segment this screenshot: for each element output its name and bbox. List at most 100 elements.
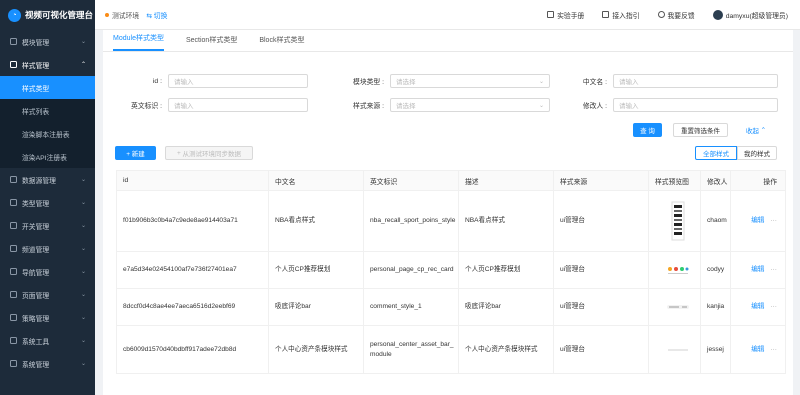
- more-icon[interactable]: ···: [770, 266, 777, 273]
- style-preview-image[interactable]: [670, 201, 686, 241]
- style-type-table: id 中文名 英文标识 描述 样式来源 样式预览图 修改人 操作 f01b906…: [116, 170, 786, 374]
- tab-block-style[interactable]: Block样式类型: [259, 35, 304, 51]
- cell-actions: 编辑 ···: [730, 325, 786, 374]
- sidebar-item-tools[interactable]: 系统工具 ⌄: [0, 329, 95, 352]
- edit-link[interactable]: 编辑: [751, 217, 764, 224]
- cell-modifier: chaom: [700, 190, 731, 252]
- tools-icon: [10, 337, 17, 344]
- chevron-down-icon: ⌄: [80, 223, 86, 229]
- style-preview-image[interactable]: [667, 346, 689, 354]
- avatar: [712, 9, 723, 20]
- sidebar-item-nav[interactable]: 导航管理 ⌄: [0, 260, 95, 283]
- sidebar-item-label: 页面管理: [22, 292, 50, 300]
- tab-module-style[interactable]: Module样式类型: [113, 33, 164, 51]
- cell-preview: [648, 251, 701, 289]
- my-styles-toggle[interactable]: 我的样式: [737, 146, 777, 160]
- sidebar-item-channel[interactable]: 频道管理 ⌄: [0, 237, 95, 260]
- new-button[interactable]: + 新建: [115, 146, 156, 160]
- env-switch-link[interactable]: ⇆ 切换: [146, 10, 167, 20]
- sidebar-item-style-type[interactable]: 样式类型: [0, 76, 95, 99]
- guide-link[interactable]: 接入指引: [602, 10, 640, 20]
- sync-button: + 从测试环境同步数据: [165, 146, 253, 160]
- table-row: f01b906b3c0b4a7c9ede8ae914403a71 NBA看点样式…: [116, 190, 786, 252]
- sidebar-item-switch[interactable]: 开关管理 ⌄: [0, 214, 95, 237]
- sidebar-item-label: 系统管理: [22, 361, 50, 369]
- filter-id: id : 请输入: [108, 74, 308, 88]
- en-id-input[interactable]: 请输入: [168, 98, 308, 112]
- cell-source: ui管理台: [553, 190, 649, 252]
- style-preview-image[interactable]: [666, 303, 690, 311]
- edit-link[interactable]: 编辑: [751, 266, 764, 273]
- style-icon: [10, 61, 17, 68]
- id-input[interactable]: 请输入: [168, 74, 308, 88]
- cell-actions: 编辑 ···: [730, 251, 786, 289]
- style-source-select[interactable]: 请选择 ⌄: [390, 98, 550, 112]
- cell-actions: 编辑 ···: [730, 190, 786, 252]
- sidebar-item-style[interactable]: 样式管理 ⌃: [0, 53, 95, 76]
- guide-icon: [602, 11, 610, 18]
- sidebar-item-system[interactable]: 系统管理 ⌄: [0, 352, 95, 375]
- env-label: 测试环境: [112, 12, 140, 20]
- edit-link[interactable]: 编辑: [751, 346, 764, 353]
- sidebar-item-type[interactable]: 类型管理 ⌄: [0, 191, 95, 214]
- cn-name-input[interactable]: 请输入: [613, 74, 778, 88]
- col-en-id: 英文标识: [363, 170, 459, 191]
- cell-id: 8dccf0d4c8ae4ee7aeca6516d2eebf69: [116, 288, 269, 326]
- table-row: cb6009d1570d40bdbff917adee72db8d 个人中心资产条…: [116, 325, 786, 374]
- feedback-link[interactable]: 我要反馈: [657, 10, 695, 20]
- module-icon: [10, 38, 17, 45]
- sidebar-item-render-api[interactable]: 渲染API注册表: [0, 145, 95, 168]
- collapse-button[interactable]: 收起 ⌃: [739, 123, 773, 137]
- sidebar-item-datasource[interactable]: 数据源管理 ⌄: [0, 168, 95, 191]
- reset-filters-button[interactable]: 重置筛选条件: [673, 123, 728, 137]
- sidebar: ◔ 视频可视化管理台 模块管理 ⌄ 样式管理 ⌃ 样式类型 样式列表 渲染脚本注册表…: [0, 0, 95, 395]
- sidebar-item-strategy[interactable]: 策略管理 ⌄: [0, 306, 95, 329]
- module-type-select[interactable]: 请选择 ⌄: [390, 74, 550, 88]
- edit-link[interactable]: 编辑: [751, 303, 764, 310]
- app-logo[interactable]: ◔ 视频可视化管理台: [0, 0, 95, 30]
- query-button[interactable]: 查 询: [633, 123, 662, 137]
- cell-source: ui管理台: [553, 251, 649, 289]
- chevron-down-icon: ⌄: [80, 269, 86, 275]
- more-icon[interactable]: ···: [770, 346, 777, 353]
- switch-icon: [10, 222, 17, 229]
- cell-preview: [648, 190, 701, 252]
- topbar: 测试环境 ⇆ 切换 实验手册 接入指引 我要反馈 damyxu(超级管理员): [95, 0, 800, 30]
- modifier-input[interactable]: 请输入: [613, 98, 778, 112]
- filter-cn-name: 中文名 : 请输入: [553, 74, 778, 88]
- all-styles-toggle[interactable]: 全部样式: [695, 146, 737, 160]
- cell-modifier: kanjia: [700, 288, 731, 326]
- col-desc: 描述: [458, 170, 554, 191]
- sidebar-item-style-list[interactable]: 样式列表: [0, 99, 95, 122]
- sidebar-item-render-script[interactable]: 渲染脚本注册表: [0, 122, 95, 145]
- cell-cn: 吸底评论bar: [268, 288, 364, 326]
- chevron-up-icon: ⌃: [80, 62, 86, 68]
- table-row: e7a5d34e02454100af7e736f27401ea7 个人页CP推荐…: [116, 251, 786, 289]
- chevron-down-icon: ⌄: [80, 292, 86, 298]
- table-header: id 中文名 英文标识 描述 样式来源 样式预览图 修改人 操作: [116, 170, 786, 191]
- cell-source: ui管理台: [553, 325, 649, 374]
- col-id: id: [116, 170, 269, 191]
- main-content: Module样式类型 Section样式类型 Block样式类型 id : 请输…: [95, 30, 800, 395]
- filter-en-id: 英文标识 : 请输入: [108, 98, 308, 112]
- more-icon[interactable]: ···: [770, 217, 777, 224]
- style-preview-image[interactable]: [667, 264, 689, 276]
- strategy-icon: [10, 314, 17, 321]
- chevron-down-icon: ⌄: [538, 78, 544, 85]
- page-icon: [10, 291, 17, 298]
- manual-link[interactable]: 实验手册: [547, 10, 584, 20]
- cell-en: nba_recall_sport_poins_style: [363, 190, 459, 252]
- cell-source: ui管理台: [553, 288, 649, 326]
- cell-preview: [648, 325, 701, 374]
- tab-section-style[interactable]: Section样式类型: [186, 35, 237, 51]
- sidebar-item-module[interactable]: 模块管理 ⌄: [0, 30, 95, 53]
- more-icon[interactable]: ···: [770, 303, 777, 310]
- cell-id: cb6009d1570d40bdbff917adee72db8d: [116, 325, 269, 374]
- cell-modifier: codyy: [700, 251, 731, 289]
- chevron-down-icon: ⌄: [80, 315, 86, 321]
- chevron-down-icon: ⌄: [80, 39, 86, 45]
- sidebar-item-label: 策略管理: [22, 315, 50, 323]
- chevron-down-icon: ⌄: [80, 200, 86, 206]
- sidebar-item-page[interactable]: 页面管理 ⌄: [0, 283, 95, 306]
- user-menu[interactable]: damyxu(超级管理员): [712, 9, 788, 20]
